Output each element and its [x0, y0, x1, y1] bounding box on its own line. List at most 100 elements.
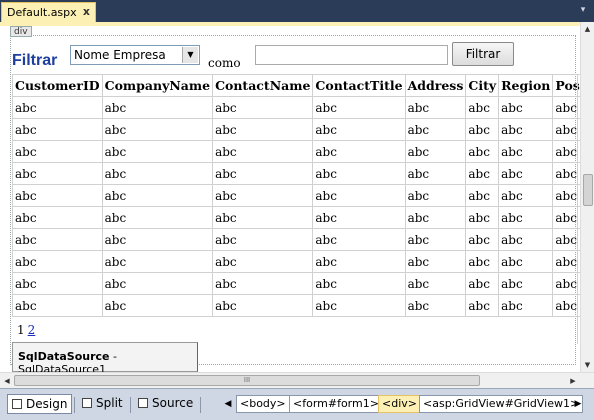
sql-data-source-control[interactable]: SqlDataSource - SqlDataSource1: [12, 342, 198, 372]
table-row: abc abc abc abc abc abc abc abc: [12, 250, 594, 273]
tab-dropdown-icon[interactable]: ▾: [578, 5, 588, 15]
breadcrumb-body[interactable]: <body>: [236, 395, 290, 413]
table-cell: abc: [465, 294, 500, 317]
tab-label: Default.aspx: [7, 6, 77, 19]
table-cell: abc: [101, 206, 214, 229]
scroll-up-icon[interactable]: ▲: [581, 22, 594, 36]
breadcrumb-forward-icon[interactable]: ▶: [574, 397, 582, 411]
table-cell: abc: [465, 184, 500, 207]
vertical-scrollbar[interactable]: ▲ ▼: [580, 22, 594, 372]
design-label: Design: [26, 397, 68, 411]
table-cell: abc: [465, 96, 500, 119]
table-cell: abc: [12, 206, 103, 229]
table-cell: abc: [212, 206, 314, 229]
table-cell: abc: [101, 184, 214, 207]
table-cell: abc: [498, 184, 554, 207]
column-header: Address: [404, 74, 467, 97]
table-cell: abc: [465, 206, 500, 229]
table-row: abc abc abc abc abc abc abc abc: [12, 272, 594, 295]
table-cell: abc: [312, 206, 406, 229]
vertical-scroll-thumb[interactable]: [583, 174, 593, 206]
table-row: abc abc abc abc abc abc abc abc: [12, 294, 594, 317]
column-header: CustomerID: [12, 74, 103, 97]
split-view-button[interactable]: Split: [78, 394, 127, 414]
table-row: abc abc abc abc abc abc abc abc: [12, 184, 594, 207]
table-cell: abc: [101, 294, 214, 317]
pager-link-page-2[interactable]: 2: [28, 323, 36, 337]
grid-view[interactable]: CustomerID CompanyName ContactName ContactT…: [12, 74, 594, 317]
horizontal-scrollbar[interactable]: ◀ III ▶: [0, 372, 594, 388]
horizontal-scroll-thumb[interactable]: III: [14, 375, 480, 386]
table-cell: abc: [404, 294, 467, 317]
filter-row: Filtrar Nome Empresa ▼ como Filtrar: [12, 40, 577, 70]
grid-header-row: CustomerID CompanyName ContactName ContactT…: [12, 74, 594, 97]
divider: [200, 397, 201, 413]
table-cell: abc: [404, 118, 467, 141]
close-icon[interactable]: x: [83, 5, 90, 18]
table-cell: abc: [12, 96, 103, 119]
table-cell: abc: [498, 118, 554, 141]
divider: [74, 397, 75, 413]
como-label: como: [208, 56, 241, 70]
column-header: ContactTitle: [312, 74, 406, 97]
pager-current-page: 1: [17, 323, 25, 337]
table-cell: abc: [12, 272, 103, 295]
datasource-separator: -: [109, 350, 117, 363]
table-cell: abc: [101, 118, 214, 141]
breadcrumb-back-icon[interactable]: ◀: [224, 397, 232, 411]
visual-studio-designer: Default.aspx x ▾ div Filtrar Nome Empres…: [0, 0, 594, 420]
scroll-down-icon[interactable]: ▼: [581, 358, 594, 372]
table-cell: abc: [465, 272, 500, 295]
scroll-left-icon[interactable]: ◀: [0, 374, 14, 388]
breadcrumb-div[interactable]: <div>: [378, 395, 421, 413]
table-cell: abc: [212, 96, 314, 119]
table-cell: abc: [312, 250, 406, 273]
table-cell: abc: [12, 294, 103, 317]
table-cell: abc: [498, 206, 554, 229]
datasource-type: SqlDataSource: [18, 350, 110, 363]
div-tag-label[interactable]: div: [10, 26, 32, 37]
table-row: abc abc abc abc abc abc abc abc: [12, 162, 594, 185]
tab-default-aspx[interactable]: Default.aspx x: [1, 2, 96, 22]
table-cell: abc: [12, 118, 103, 141]
table-cell: abc: [12, 228, 103, 251]
source-icon: [138, 398, 148, 408]
table-cell: abc: [498, 272, 554, 295]
design-view-button[interactable]: Design: [7, 394, 73, 414]
column-header: Region: [498, 74, 554, 97]
table-cell: abc: [498, 140, 554, 163]
table-cell: abc: [12, 184, 103, 207]
split-icon: [82, 398, 92, 408]
table-cell: abc: [465, 140, 500, 163]
table-cell: abc: [498, 228, 554, 251]
table-cell: abc: [212, 184, 314, 207]
grid-edge: [577, 74, 578, 344]
table-cell: abc: [498, 294, 554, 317]
table-row: abc abc abc abc abc abc abc abc: [12, 118, 594, 141]
field-select[interactable]: Nome Empresa ▼: [70, 45, 200, 65]
filter-button[interactable]: Filtrar: [452, 42, 514, 66]
table-cell: abc: [404, 250, 467, 273]
table-cell: abc: [312, 272, 406, 295]
chevron-down-icon[interactable]: ▼: [182, 47, 198, 63]
filter-input[interactable]: [255, 45, 448, 65]
table-cell: abc: [212, 272, 314, 295]
divider: [130, 397, 131, 413]
table-cell: abc: [101, 162, 214, 185]
table-cell: abc: [212, 294, 314, 317]
table-cell: abc: [404, 228, 467, 251]
table-row: abc abc abc abc abc abc abc abc: [12, 206, 594, 229]
table-cell: abc: [312, 228, 406, 251]
breadcrumb-gridview[interactable]: <asp:GridView#GridView1>: [419, 395, 584, 413]
view-bar: Design Split Source ◀ <body> <form#form1…: [0, 388, 594, 420]
table-cell: abc: [404, 206, 467, 229]
table-cell: abc: [101, 140, 214, 163]
table-row: abc abc abc abc abc abc abc abc: [12, 140, 594, 163]
split-label: Split: [96, 396, 123, 410]
breadcrumb-form[interactable]: <form#form1>: [289, 395, 383, 413]
scroll-right-icon[interactable]: ▶: [566, 374, 580, 388]
table-cell: abc: [312, 294, 406, 317]
table-cell: abc: [498, 96, 554, 119]
source-view-button[interactable]: Source: [134, 394, 197, 414]
table-cell: abc: [465, 250, 500, 273]
